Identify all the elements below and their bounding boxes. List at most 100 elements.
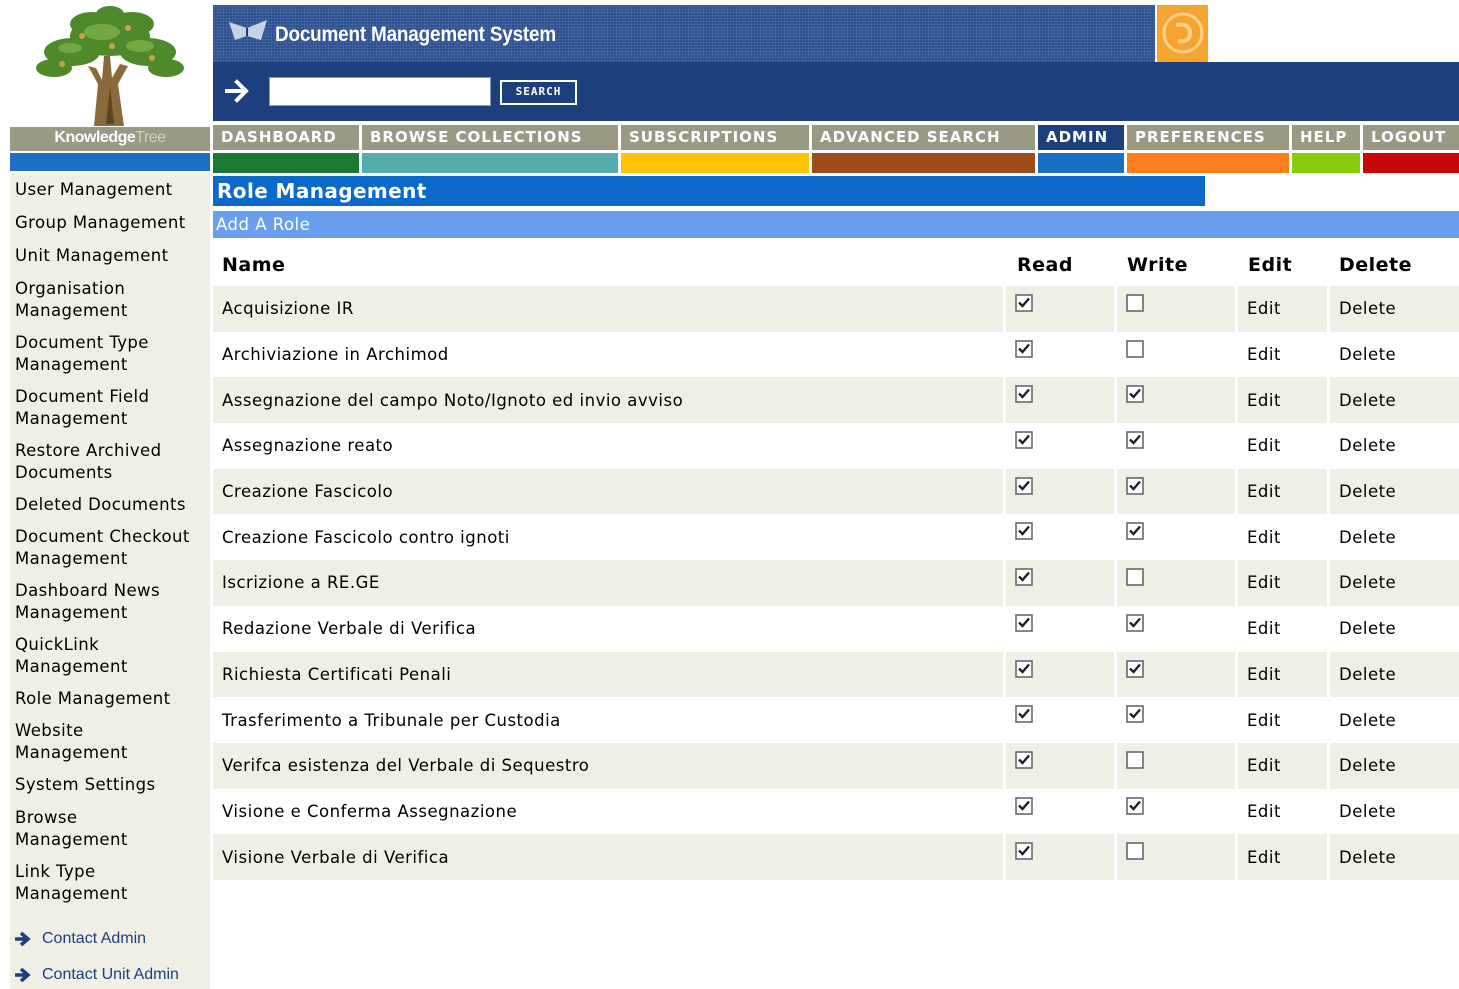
delete-role-link[interactable]: Delete: [1330, 651, 1459, 698]
checkbox-checked-icon[interactable]: [1015, 477, 1033, 495]
role-name: Verifca esistenza del Verbale di Sequest…: [213, 742, 1006, 789]
nav-tab-admin[interactable]: ADMIN: [1038, 125, 1124, 173]
sidebar-link[interactable]: Dashboard News Management: [10, 580, 165, 624]
checkbox-checked-icon[interactable]: [1126, 796, 1144, 815]
checkbox-checked-icon[interactable]: [1015, 842, 1033, 860]
sidebar-link[interactable]: Document Type Management: [10, 332, 154, 376]
delete-role-link[interactable]: Delete: [1330, 742, 1459, 789]
role-name: Trasferimento a Tribunale per Custodia: [213, 697, 1006, 743]
checkbox-checked-icon[interactable]: [1126, 431, 1144, 449]
read-permission-cell: [1006, 286, 1117, 332]
checkbox-checked-icon[interactable]: [1126, 385, 1144, 404]
delete-role-link[interactable]: Delete: [1330, 423, 1459, 469]
role-name: Visione Verbale di Verifica: [213, 834, 1006, 880]
nav-tab-logout[interactable]: LOGOUT: [1363, 125, 1459, 173]
checkbox-checked-icon[interactable]: [1015, 431, 1033, 449]
edit-role-link[interactable]: Edit: [1238, 788, 1330, 835]
checkbox-checked-icon[interactable]: [1015, 659, 1033, 678]
write-permission-cell: [1117, 286, 1238, 332]
sidebar-link[interactable]: Browse Management: [10, 807, 133, 851]
arrow-right-icon: [225, 79, 249, 103]
search-button[interactable]: SEARCH: [500, 80, 577, 105]
table-row: Assegnazione del campo Noto/Ignoto ed in…: [213, 377, 1459, 424]
checkbox-checked-icon[interactable]: [1015, 568, 1033, 586]
checkbox-checked-icon[interactable]: [1126, 614, 1144, 632]
sidebar-link[interactable]: Restore Archived Documents: [10, 440, 166, 484]
sidebar-link-label: Document Type: [15, 333, 149, 352]
delete-role-link[interactable]: Delete: [1330, 331, 1459, 378]
checkbox-checked-icon[interactable]: [1126, 705, 1144, 723]
checkbox-checked-icon[interactable]: [1126, 477, 1144, 495]
write-permission-cell: [1117, 377, 1238, 424]
sidebar-link[interactable]: Group Management: [10, 212, 191, 234]
checkbox-unchecked-icon[interactable]: [1126, 751, 1144, 769]
edit-role-link[interactable]: Edit: [1238, 651, 1330, 698]
edit-role-link[interactable]: Edit: [1238, 605, 1330, 652]
delete-role-link[interactable]: Delete: [1330, 286, 1459, 332]
checkbox-checked-icon[interactable]: [1126, 522, 1144, 541]
edit-role-link[interactable]: Edit: [1238, 834, 1330, 880]
sidebar-link[interactable]: QuickLink Management: [10, 634, 133, 678]
checkbox-unchecked-icon[interactable]: [1126, 294, 1144, 312]
sidebar-link[interactable]: Role Management: [10, 688, 176, 710]
edit-role-link[interactable]: Edit: [1238, 377, 1330, 424]
checkbox-checked-icon[interactable]: [1015, 339, 1033, 358]
edit-role-link[interactable]: Edit: [1238, 468, 1330, 515]
nav-tab-preferences[interactable]: PREFERENCES: [1127, 125, 1289, 173]
checkbox-checked-icon[interactable]: [1015, 385, 1033, 404]
sidebar-link[interactable]: System Settings: [10, 774, 160, 796]
edit-role-link[interactable]: Edit: [1238, 286, 1330, 332]
edit-role-link[interactable]: Edit: [1238, 697, 1330, 743]
nav-color-strip: [1127, 153, 1289, 173]
checkbox-unchecked-icon[interactable]: [1126, 568, 1144, 586]
nav-color-strip: [621, 153, 809, 173]
sidebar-link-label: Deleted Documents: [15, 495, 186, 514]
checkbox-unchecked-icon[interactable]: [1126, 842, 1144, 860]
delete-role-link[interactable]: Delete: [1330, 514, 1459, 561]
sidebar-link-label: Management: [15, 884, 128, 903]
delete-role-link[interactable]: Delete: [1330, 788, 1459, 835]
sidebar-link[interactable]: Deleted Documents: [10, 494, 191, 516]
checkbox-checked-icon[interactable]: [1126, 659, 1144, 678]
add-role-link[interactable]: Add A Role: [213, 211, 1459, 238]
sidebar-link[interactable]: Website Management: [10, 720, 133, 764]
sidebar-link[interactable]: Document Field Management: [10, 386, 154, 430]
search-input[interactable]: [269, 77, 491, 106]
nav-tab-help[interactable]: HELP: [1292, 125, 1360, 173]
sidebar-link[interactable]: Link Type Management: [10, 861, 133, 905]
table-header-row: Name Read Write Edit Delete: [213, 240, 1459, 286]
sidebar-link[interactable]: User Management: [10, 179, 178, 201]
delete-role-link[interactable]: Delete: [1330, 560, 1459, 606]
contact-unit-admin-link[interactable]: Contact Unit Admin: [13, 966, 179, 984]
nav-tab-browse-collections[interactable]: BROWSE COLLECTIONS: [362, 125, 618, 173]
write-permission-cell: [1117, 697, 1238, 743]
delete-role-link[interactable]: Delete: [1330, 605, 1459, 652]
delete-role-link[interactable]: Delete: [1330, 377, 1459, 424]
delete-role-link[interactable]: Delete: [1330, 834, 1459, 880]
checkbox-checked-icon[interactable]: [1015, 796, 1033, 815]
sidebar-link[interactable]: Organisation Management: [10, 278, 133, 322]
delete-role-link[interactable]: Delete: [1330, 697, 1459, 743]
logo-text-tree: Tree: [135, 129, 166, 146]
checkbox-checked-icon[interactable]: [1015, 294, 1033, 312]
checkbox-checked-icon[interactable]: [1015, 751, 1033, 769]
nav-tab-label: HELP: [1292, 125, 1360, 150]
contact-admin-link[interactable]: Contact Admin: [13, 930, 146, 948]
edit-role-link[interactable]: Edit: [1238, 560, 1330, 606]
sidebar-link[interactable]: Document Checkout Management: [10, 526, 195, 570]
nav-tab-advanced-search[interactable]: ADVANCED SEARCH: [812, 125, 1035, 173]
sidebar-link[interactable]: Unit Management: [10, 245, 174, 267]
checkbox-unchecked-icon[interactable]: [1126, 339, 1144, 358]
delete-role-link[interactable]: Delete: [1330, 468, 1459, 515]
checkbox-checked-icon[interactable]: [1015, 614, 1033, 632]
nav-tab-dashboard[interactable]: DASHBOARD: [213, 125, 359, 173]
nav-tab-subscriptions[interactable]: SUBSCRIPTIONS: [621, 125, 809, 173]
checkbox-checked-icon[interactable]: [1015, 522, 1033, 541]
edit-role-link[interactable]: Edit: [1238, 331, 1330, 378]
edit-role-link[interactable]: Edit: [1238, 742, 1330, 789]
edit-role-link[interactable]: Edit: [1238, 514, 1330, 561]
sidebar-link-label: Management: [15, 549, 128, 568]
checkbox-checked-icon[interactable]: [1015, 705, 1033, 723]
main-nav: DASHBOARD BROWSE COLLECTIONS SUBSCRIPTIONS…: [213, 125, 1459, 173]
edit-role-link[interactable]: Edit: [1238, 423, 1330, 469]
